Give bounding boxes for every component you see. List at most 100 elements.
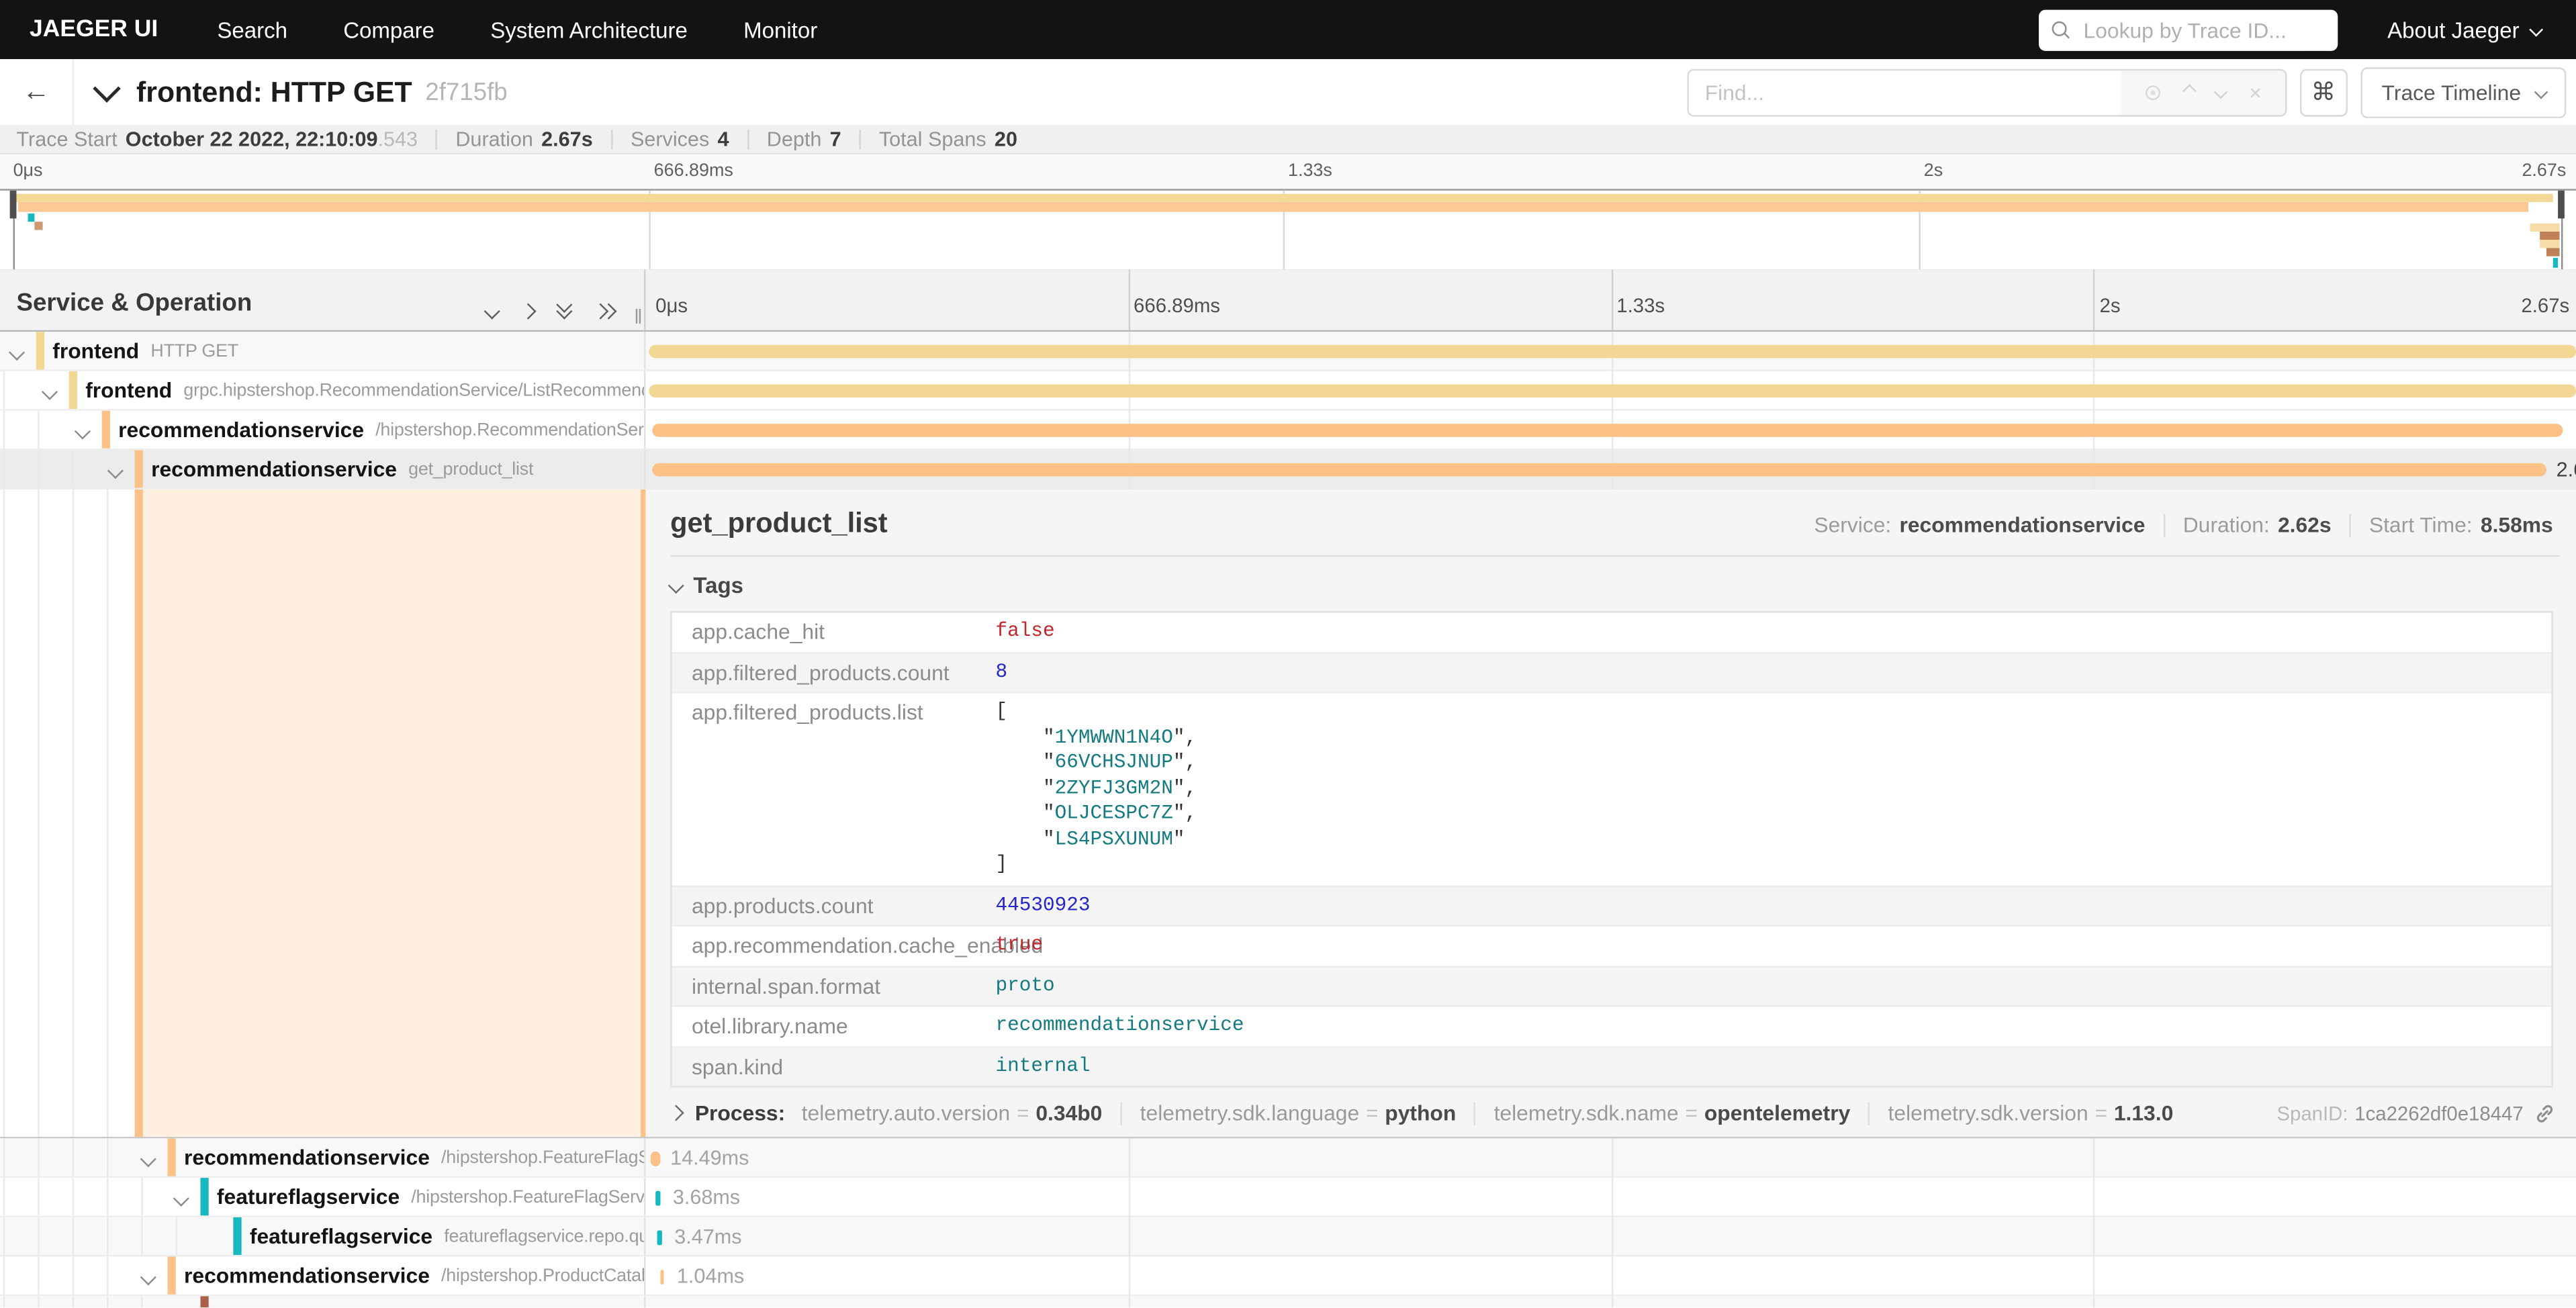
summary-value: 4 [717, 128, 729, 150]
summary-separator [611, 129, 612, 148]
service-operation-title: Service & Operation [16, 289, 252, 318]
back-button[interactable]: ← [0, 59, 74, 125]
span-duration-bar[interactable] [660, 1269, 663, 1284]
span-timeline-cell[interactable] [645, 332, 2576, 369]
clear-find-icon[interactable]: × [2249, 81, 2262, 103]
expand-chevron-icon[interactable] [9, 344, 24, 359]
span-row[interactable]: featureflagservice/hipstershop.FeatureFl… [0, 1178, 2576, 1217]
span-name-wrap: recommendationservice/hipstershop.Produc… [184, 1257, 644, 1295]
span-row[interactable]: featureflagservicefeatureflagservice.rep… [0, 1217, 2576, 1257]
trace-view-select[interactable]: Trace Timeline [2360, 66, 2566, 118]
minimap-tick-label: 2.67s [2522, 161, 2566, 181]
focus-match-icon[interactable] [2144, 83, 2162, 101]
indent-guide [73, 1138, 74, 1176]
column-resizer-handle[interactable] [635, 309, 641, 324]
search-icon [2052, 21, 2070, 39]
collapse-one-icon[interactable] [486, 305, 498, 316]
span-row[interactable]: frontendgrpc.hipstershop.RecommendationS… [0, 371, 2576, 411]
indent-guide [107, 1257, 108, 1295]
summary-label: Depth [767, 128, 822, 150]
span-timeline-cell[interactable]: 2.62s [645, 450, 2576, 487]
nav-item-compare[interactable]: Compare [343, 17, 434, 42]
trace-id-short: 2f715fb [425, 78, 507, 106]
nav-item-search[interactable]: Search [217, 17, 287, 42]
minimap-tick-label: 1.33s [1288, 161, 1332, 181]
span-name-cell[interactable]: recommendationservice/hipstershop.Featur… [0, 1138, 645, 1176]
expand-chevron-icon[interactable] [173, 1190, 188, 1205]
process-value: 1.13.0 [2114, 1101, 2173, 1125]
expand-chevron-icon[interactable] [108, 463, 123, 477]
nav-item-system-architecture[interactable]: System Architecture [490, 17, 688, 42]
about-jaeger-menu[interactable]: About Jaeger [2387, 17, 2540, 42]
span-name-cell[interactable] [0, 1296, 645, 1307]
summary-item: Total Spans20 [879, 128, 1017, 150]
link-icon[interactable] [2535, 1104, 2555, 1123]
span-timeline-cell[interactable] [645, 1296, 2576, 1307]
prev-match-icon[interactable] [2183, 85, 2196, 98]
expand-chevron-icon[interactable] [141, 1269, 156, 1284]
next-match-icon[interactable] [2215, 85, 2228, 98]
span-row[interactable] [0, 1296, 2576, 1307]
tag-value: [ "1YMWWN1N4O", "66VCHSJNUP", "2ZYFJ3GM2… [996, 693, 1197, 884]
operation-name: get_product_list [408, 459, 533, 479]
keyboard-shortcuts-button[interactable]: ⌘ [2299, 68, 2347, 116]
span-name-cell[interactable]: recommendationservice/hipstershop.Produc… [0, 1257, 645, 1295]
span-timeline-cell[interactable] [645, 411, 2576, 449]
span-name-cell[interactable]: recommendationservice/hipstershop.Recomm… [0, 411, 645, 449]
span-duration-bar[interactable] [649, 345, 2576, 359]
chevron-down-icon [2529, 24, 2542, 36]
expand-chevron-icon[interactable] [141, 1151, 156, 1166]
minimap-canvas[interactable] [0, 189, 2576, 271]
span-row[interactable]: recommendationservice/hipstershop.Produc… [0, 1257, 2576, 1297]
span-name-cell[interactable]: frontendHTTP GET [0, 332, 645, 369]
trace-id-lookup-input[interactable] [2080, 15, 2326, 44]
tag-value: proto [996, 967, 1055, 1005]
span-row[interactable]: recommendationserviceget_product_list2.6… [0, 450, 2576, 489]
span-detail-header: get_product_listService:recommendationse… [670, 508, 2559, 541]
indent-guide [3, 1178, 5, 1215]
collapse-trace-chevron-icon[interactable] [93, 74, 121, 102]
minimap-drag-handle[interactable] [2558, 191, 2565, 219]
minimap-drag-handle[interactable] [10, 191, 17, 219]
span-duration-bar[interactable] [649, 384, 2576, 398]
span-name-cell[interactable]: recommendationserviceget_product_list [0, 450, 645, 487]
span-name-wrap: recommendationservice/hipstershop.Recomm… [118, 411, 644, 449]
tags-section-header[interactable]: Tags [670, 573, 2559, 598]
process-value: python [1385, 1101, 1456, 1125]
find-input[interactable] [1688, 70, 2120, 114]
back-arrow-icon: ← [22, 76, 50, 109]
summary-label: Services [631, 128, 709, 150]
tag-value: internal [996, 1047, 1091, 1086]
trace-id-lookup[interactable] [2039, 9, 2338, 50]
expand-all-icon[interactable] [595, 305, 614, 316]
expand-one-icon[interactable] [522, 305, 534, 316]
meta-separator [2350, 514, 2351, 536]
span-duration-bar[interactable] [652, 463, 2546, 477]
span-duration-bar[interactable] [652, 424, 2563, 437]
span-id-row: SpanID:1ca2262df0e18447 [2276, 1103, 2555, 1125]
service-operation-header: Service & Operation [0, 269, 645, 330]
expand-chevron-icon[interactable] [42, 384, 57, 399]
nav-items: Search Compare System Architecture Monitor [217, 17, 873, 42]
span-duration-bar[interactable] [657, 1229, 661, 1244]
span-timeline-cell[interactable]: 1.04ms [645, 1257, 2576, 1295]
expand-chevron-icon[interactable] [75, 423, 90, 438]
span-timeline-cell[interactable] [645, 371, 2576, 409]
operation-name: /hipstershop.FeatureFlagService/Ge… [411, 1187, 644, 1207]
span-row[interactable]: recommendationservice/hipstershop.Featur… [0, 1138, 2576, 1178]
service-name: featureflagservice [217, 1184, 400, 1209]
span-timeline-cell[interactable]: 3.47ms [645, 1217, 2576, 1255]
collapse-all-icon[interactable] [559, 304, 570, 318]
span-name-cell[interactable]: frontendgrpc.hipstershop.RecommendationS… [0, 371, 645, 409]
span-name-cell[interactable]: featureflagservicefeatureflagservice.rep… [0, 1217, 645, 1255]
span-timeline-cell[interactable]: 14.49ms [645, 1138, 2576, 1176]
span-timeline-cell[interactable]: 3.68ms [645, 1178, 2576, 1215]
meta-separator [2163, 514, 2164, 536]
span-duration-bar[interactable] [651, 1151, 661, 1166]
span-row[interactable]: recommendationservice/hipstershop.Recomm… [0, 411, 2576, 451]
nav-item-monitor[interactable]: Monitor [743, 17, 817, 42]
span-name-cell[interactable]: featureflagservice/hipstershop.FeatureFl… [0, 1178, 645, 1215]
jaeger-logo[interactable]: JAEGER UI [30, 16, 158, 42]
span-row[interactable]: frontendHTTP GET [0, 332, 2576, 371]
span-duration-bar[interactable] [655, 1190, 659, 1205]
